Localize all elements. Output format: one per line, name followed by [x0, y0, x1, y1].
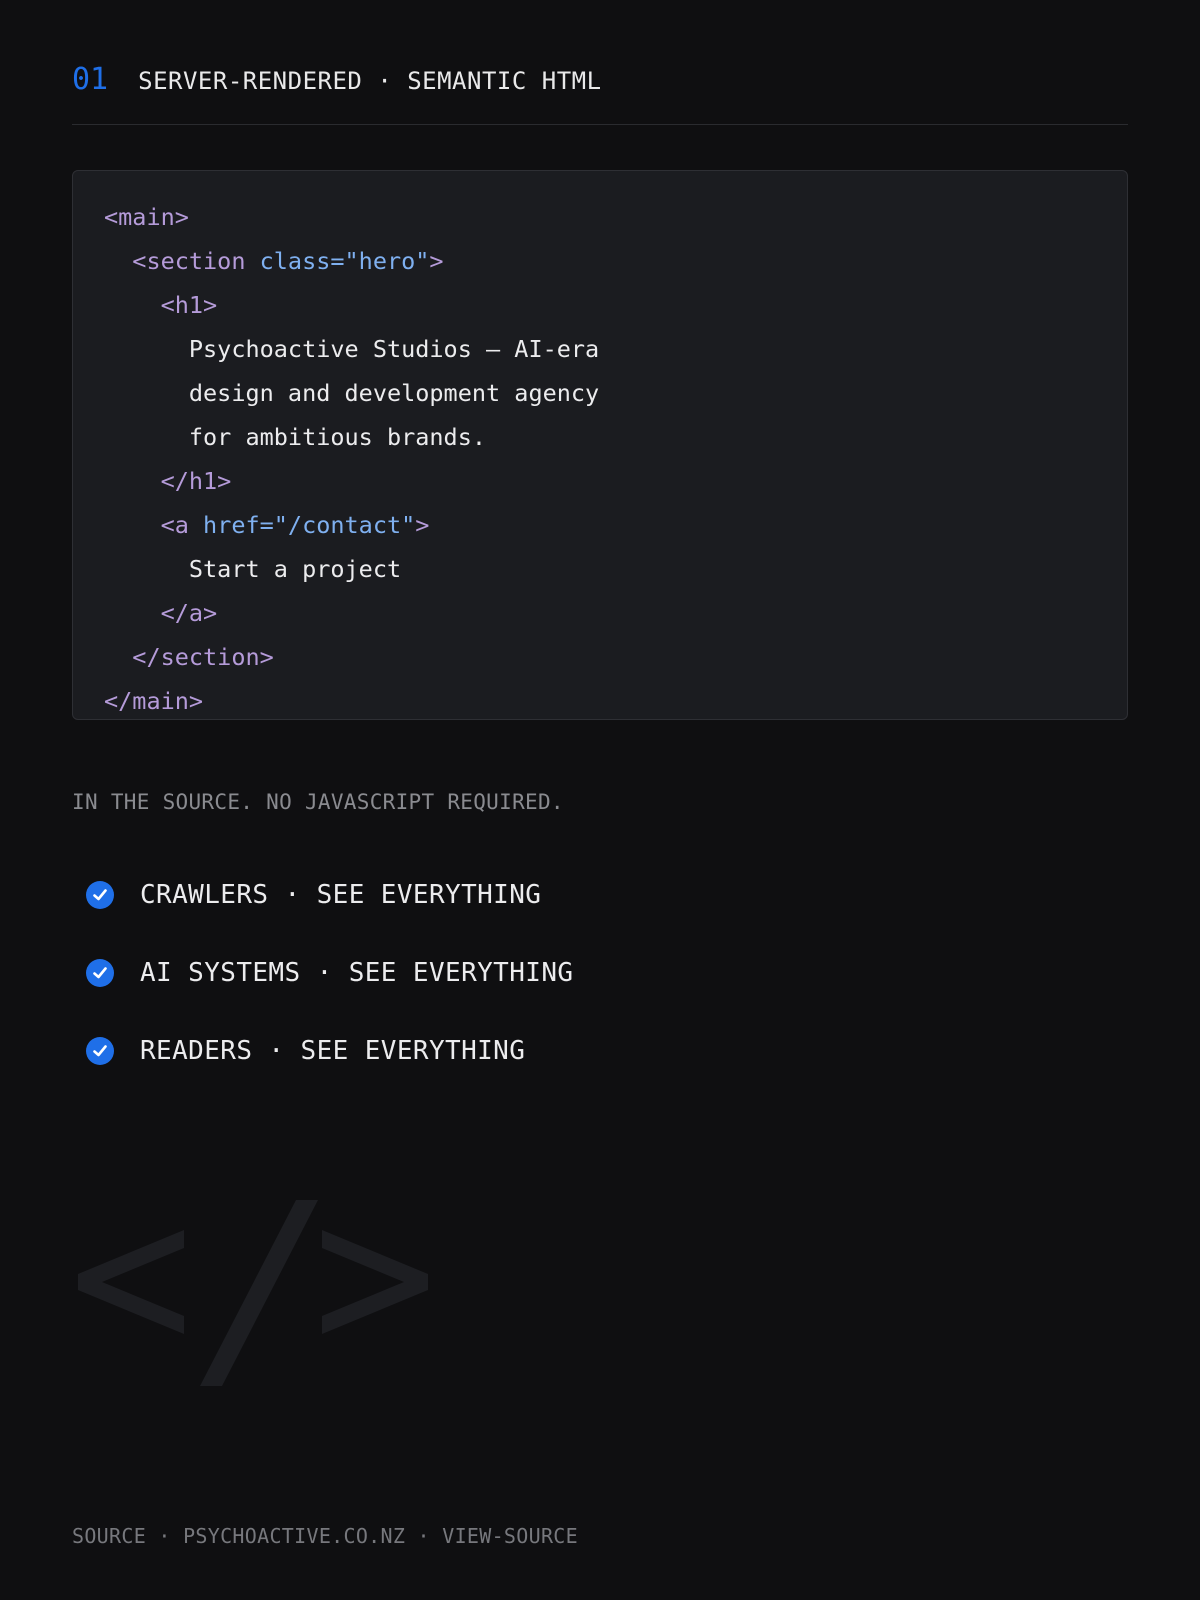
code-line: <h1> — [104, 283, 1127, 327]
code-line: </h1> — [104, 459, 1127, 503]
code-text: Start a project — [188, 555, 402, 583]
code-text: for ambitious brands. — [188, 423, 487, 451]
code-tag: <a — [160, 511, 204, 539]
code-tag: </h1> — [160, 467, 232, 495]
list-item-label: READERS · SEE EVERYTHING — [140, 1036, 526, 1066]
code-line: <section class="hero"> — [104, 239, 1127, 283]
code-line: Psychoactive Studios — AI-era — [104, 327, 1127, 371]
code-attribute: class="hero" — [259, 247, 430, 275]
source-note: IN THE SOURCE. NO JAVASCRIPT REQUIRED. — [72, 790, 564, 814]
code-tag: </main> — [104, 687, 204, 715]
code-tag: > — [429, 247, 444, 275]
check-circle-icon — [86, 959, 114, 987]
check-circle-icon — [86, 881, 114, 909]
code-line: </section> — [104, 635, 1127, 679]
code-tag: <main> — [104, 203, 189, 231]
list-item: READERS · SEE EVERYTHING — [86, 1018, 573, 1096]
code-tag: <section — [132, 247, 260, 275]
code-tag: </section> — [132, 643, 274, 671]
check-circle-icon — [86, 1037, 114, 1065]
code-block: <main> <section class="hero"> <h1> Psych… — [72, 170, 1128, 720]
code-line: for ambitious brands. — [104, 415, 1127, 459]
code-tag: > — [415, 511, 430, 539]
checklist: CRAWLERS · SEE EVERYTHING AI SYSTEMS · S… — [86, 862, 573, 1096]
header-divider — [72, 124, 1128, 125]
code-attribute: href="/contact" — [203, 511, 416, 539]
code-line: <main> — [104, 195, 1127, 239]
code-text: Psychoactive Studios — AI-era — [188, 335, 600, 363]
code-line: <a href="/contact"> — [104, 503, 1127, 547]
footer-source: SOURCE · PSYCHOACTIVE.CO.NZ · VIEW-SOURC… — [72, 1524, 578, 1548]
code-line: Start a project — [104, 547, 1127, 591]
code-text: design and development agency — [188, 379, 600, 407]
code-tag: <h1> — [160, 291, 218, 319]
list-item: CRAWLERS · SEE EVERYTHING — [86, 862, 573, 940]
section-title: SERVER-RENDERED · SEMANTIC HTML — [138, 67, 602, 95]
list-item: AI SYSTEMS · SEE EVERYTHING — [86, 940, 573, 1018]
section-number: 01 — [72, 62, 109, 97]
section-header: 01 SERVER-RENDERED · SEMANTIC HTML — [72, 62, 1128, 97]
code-line: design and development agency — [104, 371, 1127, 415]
list-item-label: CRAWLERS · SEE EVERYTHING — [140, 880, 542, 910]
code-line: </a> — [104, 591, 1127, 635]
code-slash-icon — [72, 1200, 432, 1394]
code-line: </main> — [104, 679, 1127, 723]
list-item-label: AI SYSTEMS · SEE EVERYTHING — [140, 958, 574, 988]
code-tag: </a> — [160, 599, 218, 627]
